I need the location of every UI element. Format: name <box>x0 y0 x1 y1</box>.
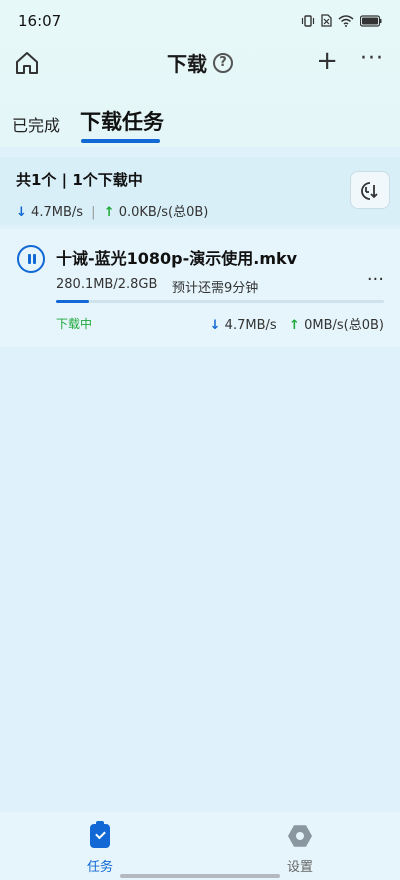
home-indicator <box>120 874 280 878</box>
task-speeds: ↓ 4.7MB/s ↑ 0MB/s(总0B) <box>210 314 384 333</box>
file-size-progress: 280.1MB/2.8GB <box>56 277 158 292</box>
download-task-card[interactable]: 十诫-蓝光1080p-演示使用.mkv 280.1MB/2.8GB 预计还需9分… <box>0 229 400 347</box>
more-options-button[interactable]: ··· <box>360 46 384 71</box>
task-download-arrow-icon: ↓ <box>209 318 221 333</box>
sort-order-icon <box>361 182 378 200</box>
tab-download-tasks[interactable]: 下载任务 <box>80 106 164 136</box>
file-name: 十诫-蓝光1080p-演示使用.mkv <box>56 249 298 268</box>
task-more-button[interactable]: ··· <box>367 269 384 290</box>
upload-arrow-icon: ↑ <box>103 205 115 220</box>
help-icon[interactable]: ? <box>213 52 233 73</box>
task-upload-arrow-icon: ↑ <box>289 318 300 333</box>
total-upload-speed: 0.0KB/s(总0B) <box>118 205 209 220</box>
remaining-time: 预计还需9分钟 <box>172 281 259 296</box>
progress-fill <box>56 300 89 303</box>
app-bar: 下载? + ··· <box>0 42 400 82</box>
nav-item-settings[interactable]: 设置 <box>278 824 322 875</box>
total-download-speed: 4.7MB/s <box>31 205 84 220</box>
download-arrow-icon: ↓ <box>16 205 27 220</box>
bottom-nav: 任务 设置 <box>0 812 400 880</box>
task-download-speed: 4.7MB/s <box>224 318 277 333</box>
status-icons <box>301 14 382 27</box>
title-wrap: 下载? <box>0 48 400 77</box>
status-time: 16:07 <box>18 12 62 30</box>
nav-item-tasks[interactable]: 任务 <box>78 821 122 875</box>
tab-bar: 已完成 下载任务 <box>0 104 400 144</box>
download-summary: 共1个 | 1个下载中 ↓ 4.7MB/s | ↑ 0.0KB/s(总0B) <box>0 157 400 225</box>
task-upload-speed: 0MB/s(总0B) <box>304 318 384 333</box>
pause-icon[interactable] <box>17 245 45 273</box>
gear-icon <box>288 825 312 847</box>
vibrate-icon <box>301 14 315 27</box>
tab-completed[interactable]: 已完成 <box>12 112 60 136</box>
speed-separator: | <box>91 205 96 220</box>
active-tab-indicator <box>81 139 160 143</box>
task-status: 下载中 <box>56 317 93 331</box>
battery-icon <box>360 14 382 27</box>
add-button[interactable]: + <box>316 46 338 76</box>
progress-bar <box>56 300 384 303</box>
nav-label-tasks: 任务 <box>86 860 113 875</box>
no-sim-icon <box>321 14 332 27</box>
wifi-icon <box>338 14 354 27</box>
clipboard-check-icon <box>90 821 110 848</box>
task-count-text: 共1个 | 1个下载中 <box>16 171 143 189</box>
status-bar: 16:07 <box>0 0 400 42</box>
sort-button[interactable] <box>350 171 390 209</box>
page-title: 下载 <box>167 52 207 76</box>
nav-label-settings: 设置 <box>286 860 313 875</box>
total-speeds: ↓ 4.7MB/s | ↑ 0.0KB/s(总0B) <box>16 201 208 220</box>
